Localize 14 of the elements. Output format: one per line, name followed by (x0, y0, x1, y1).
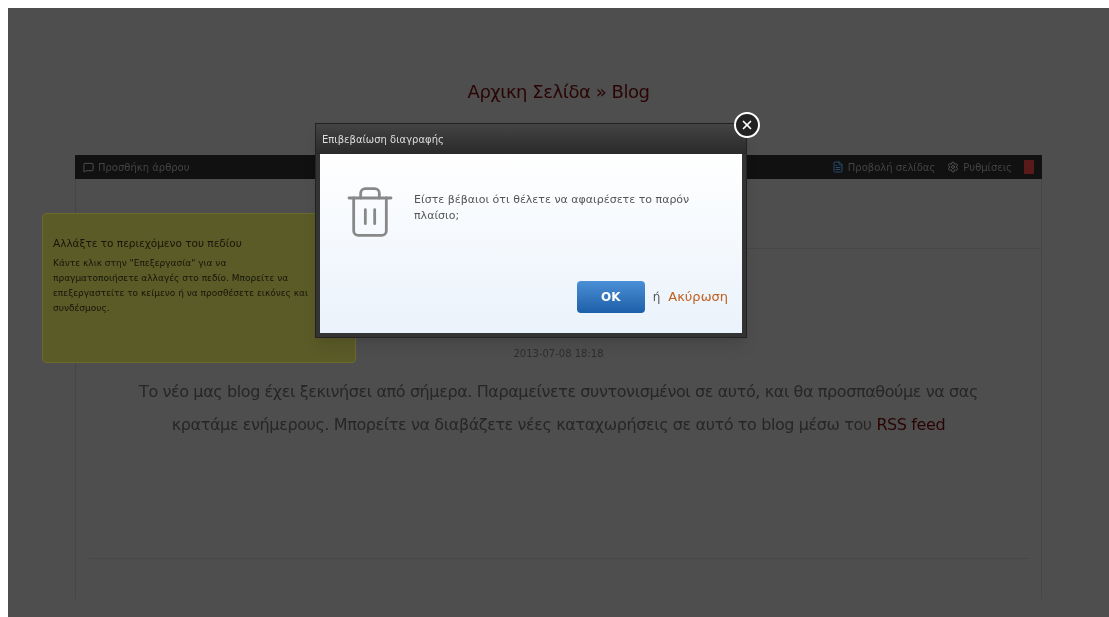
close-icon (740, 118, 754, 132)
rss-feed-link[interactable]: RSS feed (876, 415, 946, 434)
dialog-message: Είστε βέβαιοι ότι θέλετε να αφαιρέσετε το παρόν πλαίσιο; (414, 192, 691, 224)
gear-icon (947, 161, 960, 173)
dialog-title: Επιβεβαίωση διαγραφής (316, 124, 746, 154)
cancel-link[interactable]: Ακύρωση (668, 287, 728, 307)
breadcrumb[interactable]: Αρχικη Σελίδα » Blog (467, 78, 650, 105)
page-icon (831, 161, 844, 173)
close-button[interactable] (734, 112, 760, 138)
tooltip-title: Αλλάξτε το περιεχόμενο του πεδίου (53, 236, 243, 251)
speech-bubble-icon (83, 161, 94, 173)
or-text: ή (652, 289, 661, 306)
ok-button[interactable]: OK (576, 281, 645, 313)
tooltip-text: Κάντε κλικ στην "Επεξεργασία" για να πραγματοποιήσετε αλλαγές στο πεδίο. Μπορείτε να επεξεργαστείτε το κείμενο ή να προσθέσετε εικόνες και συνδέσμους. (53, 256, 308, 315)
